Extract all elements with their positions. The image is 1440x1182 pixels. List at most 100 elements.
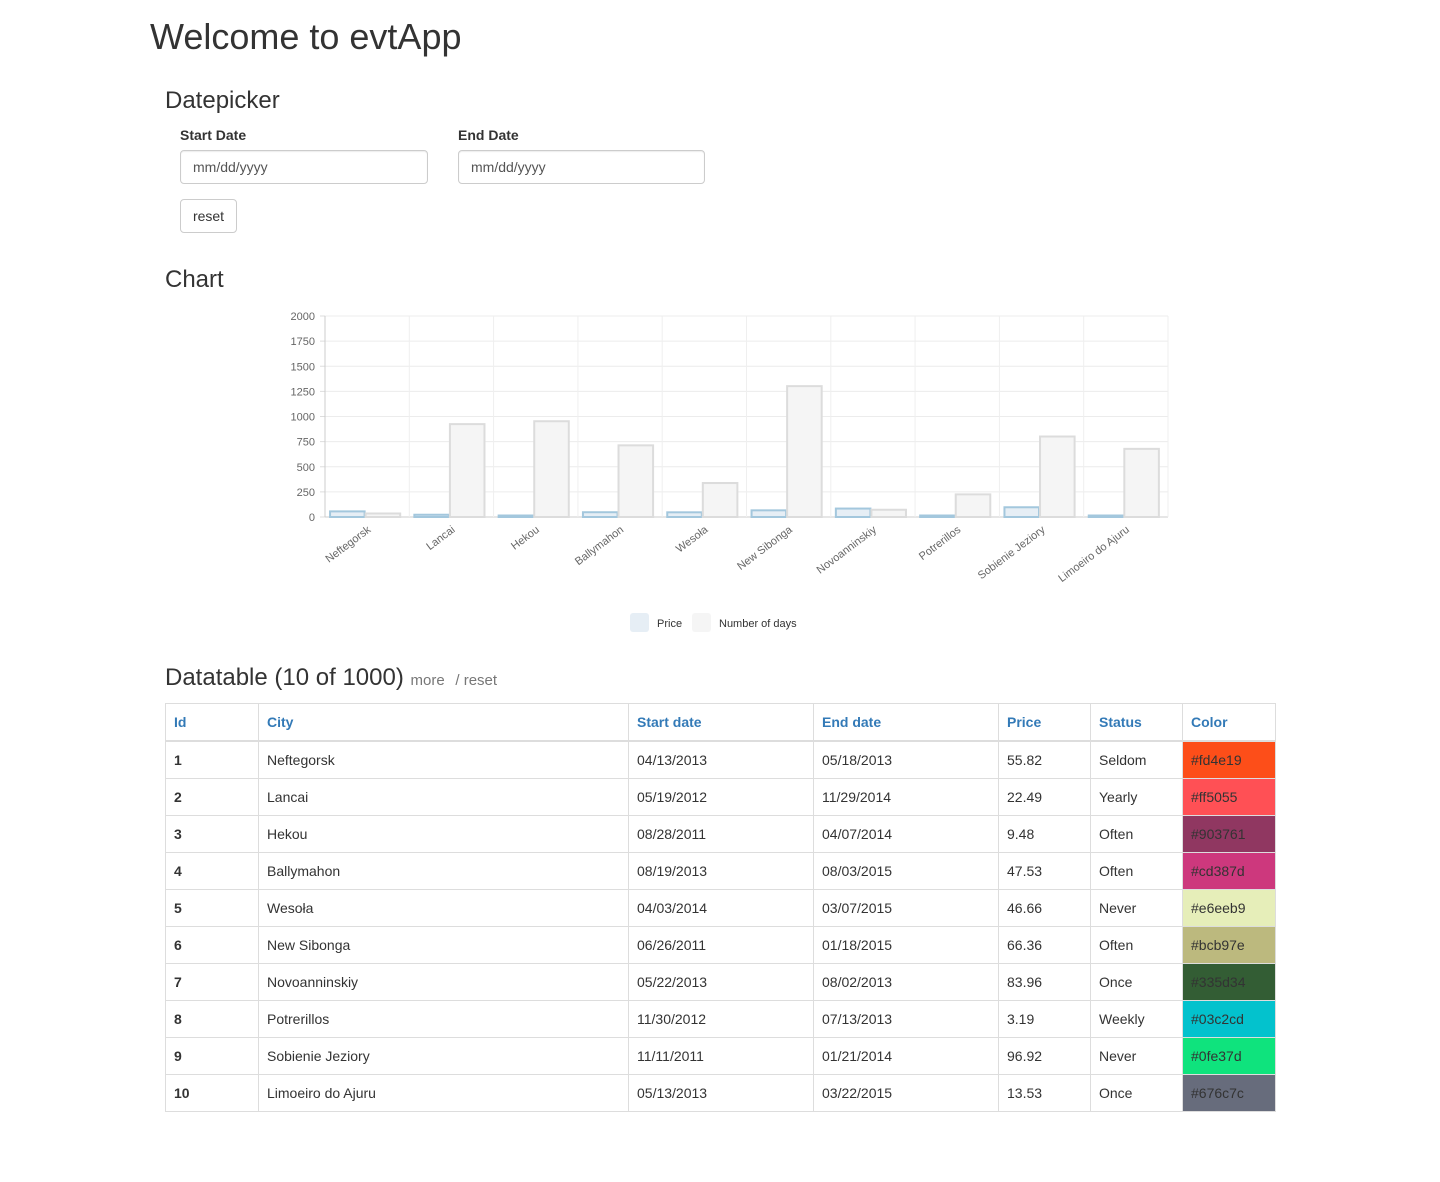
color-cell: #cd387d (1182, 852, 1276, 890)
price-cell: 46.66 (998, 889, 1091, 927)
bar-price (919, 514, 956, 518)
table-row[interactable]: 2 Lancai 05/19/2012 11/29/2014 22.49 Yearly #f… (165, 778, 1276, 816)
y-tick-label: 1500 (291, 361, 315, 373)
table-row[interactable]: 10 Limoeiro do Ajuru 05/13/2013 03/22/2015 1… (165, 1074, 1276, 1112)
y-tick-label: 250 (297, 487, 315, 499)
color-cell: #03c2cd (1182, 1000, 1276, 1038)
x-tick-label: Neftegorsk (323, 524, 373, 566)
table-row[interactable]: 1 Neftegorsk 04/13/2013 05/18/2013 55.82 Seld… (165, 740, 1276, 779)
table-row[interactable]: 7 Novoanninskiy 05/22/2013 08/02/2013 83.96 O… (165, 963, 1276, 1001)
end-date-cell: 03/22/2015 (813, 1074, 999, 1112)
bar-price (497, 514, 535, 518)
bar-days (701, 482, 739, 519)
table-row[interactable]: 5 Wesoła 04/03/2014 03/07/2015 46.66 Never #e6… (165, 889, 1276, 927)
status-cell: Often (1090, 926, 1183, 964)
price-cell: 66.36 (998, 926, 1091, 964)
bar-price (1087, 514, 1125, 518)
bar-price (413, 513, 450, 518)
price-cell: 13.53 (998, 1074, 1091, 1112)
start-date-cell: 05/22/2013 (628, 963, 814, 1001)
column-header-start-date[interactable]: Start date (628, 703, 814, 742)
color-cell: #e6eeb9 (1182, 889, 1276, 927)
id-cell: 5 (165, 889, 259, 927)
city-cell: Neftegorsk (258, 740, 629, 779)
data-table: Id City Start date End date Price Status Color… (165, 703, 1276, 1112)
column-header-city[interactable]: City (258, 703, 629, 742)
color-cell: #ff5055 (1182, 778, 1276, 816)
end-date-cell: 07/13/2013 (813, 1000, 999, 1038)
city-cell: Hekou (258, 815, 629, 853)
color-cell: #676c7c (1182, 1074, 1276, 1112)
x-tick-label: Wesoła (674, 523, 711, 555)
start-date-cell: 06/26/2011 (628, 926, 814, 964)
bar-days (448, 423, 486, 518)
column-header-color[interactable]: Color (1182, 703, 1276, 742)
start-date-cell: 05/19/2012 (628, 778, 814, 816)
start-date-cell: 08/28/2011 (628, 815, 814, 853)
city-cell: Lancai (258, 778, 629, 816)
bar-days (533, 420, 570, 519)
city-cell: Ballymahon (258, 852, 629, 890)
id-cell: 9 (165, 1037, 259, 1075)
color-cell: #bcb97e (1182, 926, 1276, 964)
table-row[interactable]: 8 Potrerillos 11/30/2012 07/13/2013 3.19 Week… (165, 1000, 1276, 1038)
bar-price (329, 510, 366, 518)
bar-price (1003, 506, 1041, 519)
city-cell: Wesoła (258, 889, 629, 927)
end-date-cell: 03/07/2015 (813, 889, 999, 927)
y-tick-label: 1250 (291, 386, 315, 398)
bar-days (954, 493, 992, 519)
table-row[interactable]: 9 Sobienie Jeziory 11/11/2011 01/21/2014 96.… (165, 1037, 1276, 1075)
city-cell: Limoeiro do Ajuru (258, 1074, 629, 1112)
city-cell: Novoanninskiy (258, 963, 629, 1001)
y-tick-label: 1000 (291, 412, 315, 424)
end-date-cell: 01/21/2014 (813, 1037, 999, 1075)
color-cell: #fd4e19 (1182, 740, 1276, 779)
bar-price (750, 509, 788, 518)
end-date-cell: 08/03/2015 (813, 852, 999, 890)
id-cell: 2 (165, 778, 259, 816)
datatable-heading: Datatable (10 of 1000) more / reset (165, 664, 497, 692)
id-cell: 8 (165, 1000, 259, 1038)
city-cell: Potrerillos (258, 1000, 629, 1038)
status-cell: Often (1090, 852, 1183, 890)
bar-days (1039, 435, 1076, 519)
color-cell: #0fe37d (1182, 1037, 1276, 1075)
price-cell: 47.53 (998, 852, 1091, 890)
id-cell: 10 (165, 1074, 259, 1112)
start-date-cell: 05/13/2013 (628, 1074, 814, 1112)
bar-days (870, 508, 907, 519)
y-tick-label: 500 (297, 462, 315, 474)
price-cell: 22.49 (998, 778, 1091, 816)
x-tick-label: Lancai (424, 524, 457, 553)
bar-price (834, 507, 872, 518)
table-header-row: Id City Start date End date Price Status Color (165, 703, 1276, 742)
start-date-cell: 11/11/2011 (628, 1037, 814, 1075)
bar-chart: 0 250 500 750 1000 1250 1500 1750 2000 Neftegorsk… (291, 311, 1169, 632)
status-cell: Never (1090, 889, 1183, 927)
id-cell: 3 (165, 815, 259, 853)
x-tick-label: Sobienie Jeziory (976, 524, 1048, 582)
table-reset-link[interactable]: / reset (455, 672, 497, 689)
column-header-price[interactable]: Price (998, 703, 1091, 742)
legend-label: Number of days (719, 618, 797, 630)
table-row[interactable]: 6 New Sibonga 06/26/2011 01/18/2015 66.36 Oft… (165, 926, 1276, 964)
column-header-id[interactable]: Id (165, 703, 259, 742)
x-tick-label: New Sibonga (735, 523, 795, 572)
table-row[interactable]: 4 Ballymahon 08/19/2013 08/03/2015 47.53 Ofte… (165, 852, 1276, 890)
price-cell: 3.19 (998, 1000, 1091, 1038)
column-header-status[interactable]: Status (1090, 703, 1183, 742)
end-date-cell: 08/02/2013 (813, 963, 999, 1001)
bar-price (581, 511, 619, 518)
table-row[interactable]: 3 Hekou 08/28/2011 04/07/2014 9.48 Often #9037… (165, 815, 1276, 853)
x-tick-label: Ballymahon (573, 524, 626, 568)
status-cell: Yearly (1090, 778, 1183, 816)
legend-swatch-price (630, 613, 649, 632)
y-tick-label: 1750 (291, 336, 315, 348)
column-header-end-date[interactable]: End date (813, 703, 999, 742)
start-date-cell: 04/13/2013 (628, 740, 814, 779)
id-cell: 4 (165, 852, 259, 890)
bar-days (786, 385, 823, 518)
price-cell: 83.96 (998, 963, 1091, 1001)
more-link[interactable]: more (411, 672, 445, 689)
